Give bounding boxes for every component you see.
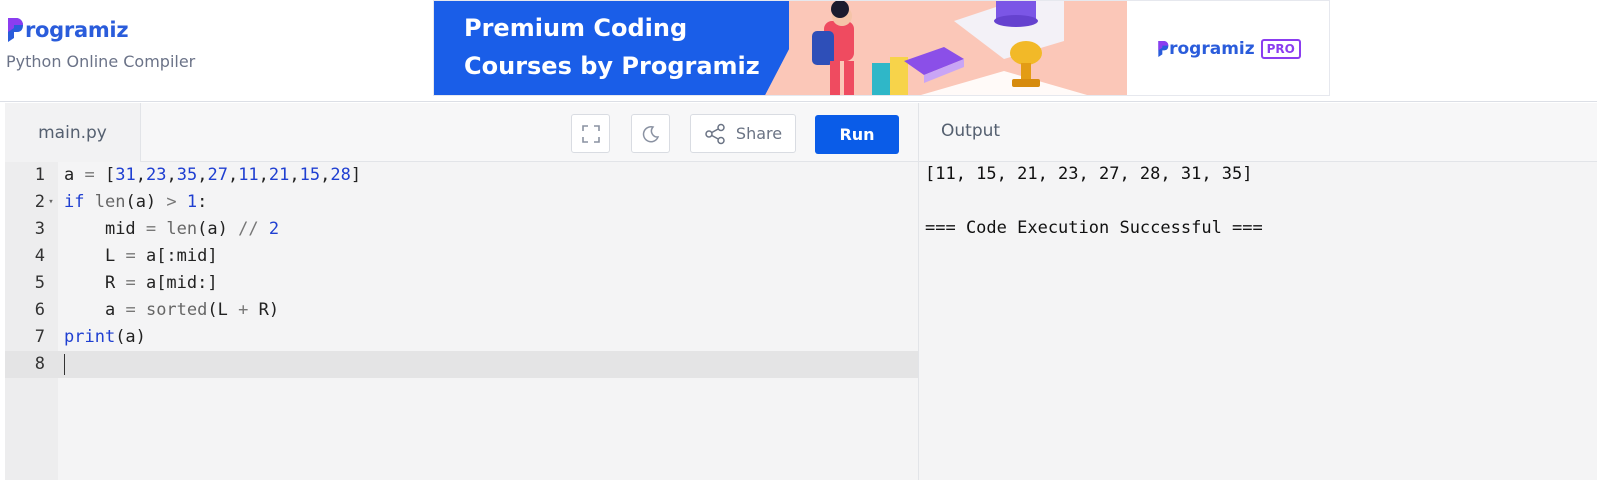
- code-line: 5 R = a[mid:]: [5, 270, 918, 297]
- programiz-logo[interactable]: rogramiz: [6, 14, 129, 46]
- output-panel: Output [11, 15, 21, 23, 27, 28, 31, 35] …: [918, 103, 1597, 480]
- ad-text-panel: Premium Coding Courses by Programiz: [434, 1, 789, 95]
- line-number: 1: [34, 165, 45, 185]
- output-header: Output: [919, 103, 1597, 162]
- site-header: rogramiz Python Online Compiler Premium …: [0, 0, 1597, 102]
- tab-main-py[interactable]: main.py: [5, 103, 141, 162]
- ad-title-line2: Courses by Programiz: [464, 52, 760, 80]
- page-subtitle: Python Online Compiler: [6, 52, 196, 71]
- fullscreen-icon: [581, 124, 600, 143]
- ad-title-line1: Premium Coding: [464, 14, 688, 42]
- moon-icon: [642, 125, 659, 142]
- code-line-active: 8: [5, 351, 918, 378]
- code-text: L = a[:mid]: [104, 246, 218, 266]
- share-icon: [705, 123, 725, 144]
- code-line: 3 mid = len(a) // 2: [5, 216, 918, 243]
- line-number: 3: [34, 219, 45, 239]
- code-text: mid = len(a) // 2: [104, 219, 280, 239]
- logo-text: rogramiz: [25, 18, 129, 42]
- ad-illustration: [764, 1, 1127, 95]
- code-text: a = [31,23,35,27,11,21,15,28]: [64, 165, 362, 185]
- ad-brand-panel: rogramiz PRO: [1127, 1, 1329, 95]
- code-input-area[interactable]: 1 a = [31,23,35,27,11,21,15,28] 2 ▾ if l…: [5, 162, 918, 480]
- output-line: [11, 15, 21, 23, 27, 28, 31, 35]: [925, 164, 1253, 184]
- code-line: 1 a = [31,23,35,27,11,21,15,28]: [5, 162, 918, 189]
- line-number: 8: [34, 354, 45, 374]
- share-label: Share: [735, 124, 783, 143]
- line-number: 5: [34, 273, 45, 293]
- output-line: === Code Execution Successful ===: [925, 218, 1263, 238]
- programiz-ad-logo-icon: [1158, 41, 1169, 57]
- code-editor-panel: main.py Share Run 1 a = [31,23,35,27,11,…: [5, 103, 918, 480]
- ad-brand-logo: rogramiz PRO: [1157, 39, 1301, 59]
- line-number: 4: [34, 246, 45, 266]
- fold-arrow-icon[interactable]: ▾: [45, 189, 57, 216]
- ad-brand-text: rogramiz: [1169, 39, 1255, 59]
- ad-title: Premium Coding Courses by Programiz: [464, 9, 784, 85]
- code-line: 4 L = a[:mid]: [5, 243, 918, 270]
- output-title: Output: [941, 121, 1001, 141]
- compiler-page: rogramiz Python Online Compiler Premium …: [0, 0, 1597, 480]
- line-number: 6: [34, 300, 45, 320]
- text-cursor: [64, 354, 65, 375]
- pro-badge: PRO: [1260, 39, 1301, 59]
- run-button[interactable]: Run: [815, 115, 899, 154]
- code-text: a = sorted(L + R): [104, 300, 280, 320]
- editor-toolbar: main.py Share Run: [5, 103, 918, 162]
- code-text: if len(a) > 1:: [64, 192, 208, 212]
- line-number: 7: [34, 327, 45, 347]
- code-text: print(a): [64, 327, 146, 347]
- fullscreen-button[interactable]: [571, 114, 610, 153]
- theme-toggle-button[interactable]: [631, 114, 670, 153]
- share-button[interactable]: Share: [690, 114, 796, 153]
- ad-banner[interactable]: Premium Coding Courses by Programiz rogr…: [433, 0, 1330, 96]
- line-number: 2: [34, 192, 45, 212]
- programiz-logo-icon: [8, 18, 23, 42]
- code-line: 7 print(a): [5, 324, 918, 351]
- code-line: 2 ▾ if len(a) > 1:: [5, 189, 918, 216]
- code-line: 6 a = sorted(L + R): [5, 297, 918, 324]
- code-text: R = a[mid:]: [104, 273, 218, 293]
